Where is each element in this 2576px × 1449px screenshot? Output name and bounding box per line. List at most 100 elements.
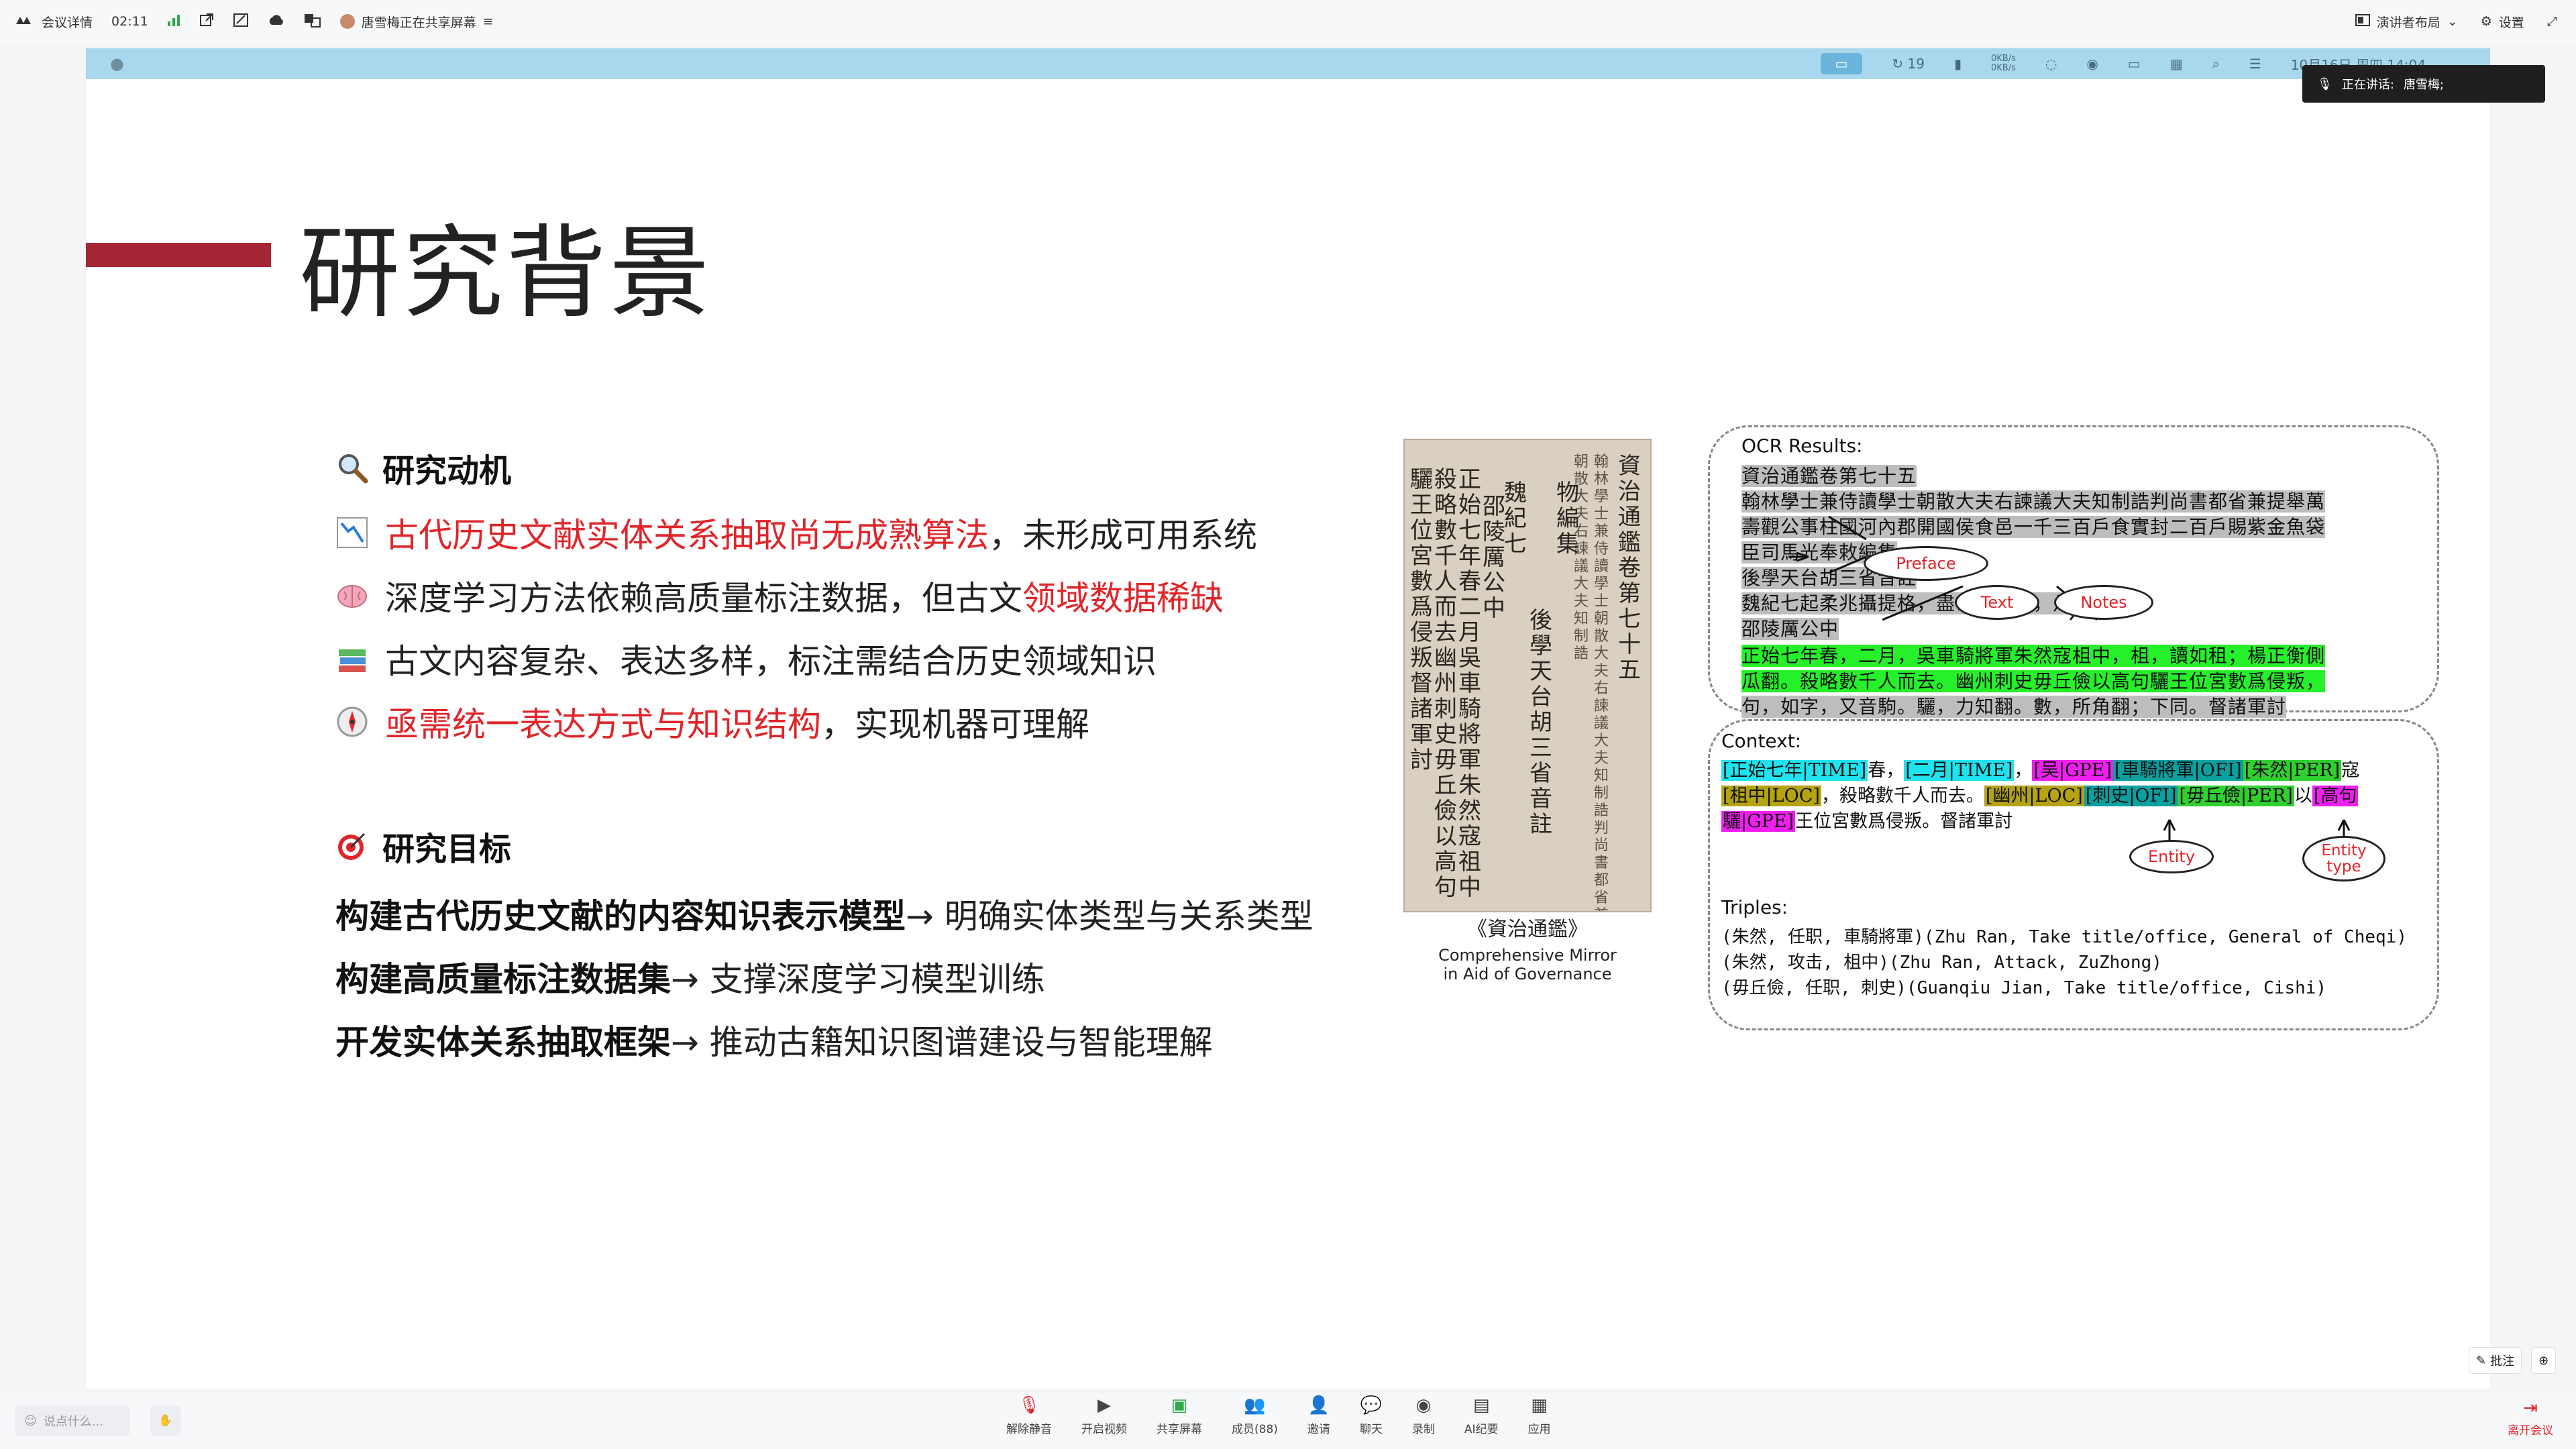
goal-item-1: 构建古代历史文献的内容知识表示模型→ 明确实体类型与关系类型 [335,890,1313,938]
start-video-button[interactable]: ▶ 开启视频 [1081,1395,1127,1436]
sharing-status[interactable]: 唐雪梅正在共享屏幕 ≡ [339,13,494,31]
pen-icon: ✎ [2476,1353,2487,1368]
motivation-bullet-4-rest: ，实现机器可理解 [821,705,1089,744]
goal-item-2-rest: → 支撑深度学习模型训练 [671,960,1045,999]
meeting-topbar: 会议详情 02:11 唐雪梅正在共享屏幕 ≡ 演讲者布局 ⌄ ⚙ 设置 ⤢ [0,0,2576,43]
notification-item: ↻ 19 [1892,56,1925,72]
zoom-button[interactable]: ⊕ [2531,1347,2557,1374]
triples-label: Triples: [1721,896,1788,918]
goals-heading-text: 研究目标 [382,830,512,868]
goal-item-3-rest: → 推动古籍知识图谱建设与智能理解 [671,1023,1213,1062]
ai-notes-button[interactable]: ▤ AI纪要 [1464,1395,1499,1436]
ai-notes-label: AI纪要 [1464,1423,1499,1436]
book-column: 殺略數千人而去幽州刺史毋丘儉以高句 [1434,466,1457,901]
meeting-timer: 02:11 [111,14,148,29]
leave-meeting-label: 离开会议 [2508,1424,2553,1438]
apps-button[interactable]: ▦ 应用 [1528,1395,1551,1436]
app-status-icon: ▮ [1954,56,1962,72]
goal-item-1-bold: 构建古代历史文献的内容知识表示模型 [335,897,906,936]
cloud-icon[interactable] [268,13,285,30]
members-label: 成员(88) [1232,1423,1278,1436]
layout-icon [2355,13,2370,30]
translate-icon[interactable] [304,13,321,31]
presenter-layout-label: 演讲者布局 [2376,15,2440,30]
meeting-details-label: 会议详情 [42,15,93,30]
start-video-label: 开启视频 [1081,1423,1127,1436]
invite-icon: 👤 [1307,1395,1330,1415]
sharing-status-label: 唐雪梅正在共享屏幕 [361,15,476,30]
hand-icon: ✋ [158,1414,173,1428]
meeting-logo-icon [15,14,35,29]
meeting-details-button[interactable]: 会议详情 [15,13,93,31]
slide-title: 研究背景 [299,215,713,332]
motivation-bullet-4: 亟需统一表达方式与知识结构，实现机器可理解 [334,698,1089,746]
unmute-button[interactable]: 🎙 解除静音 [1006,1395,1052,1436]
record-icon: ◉ [1415,1395,1432,1415]
settings-label: 设置 [2498,15,2524,30]
zoom-icon: ⊕ [2538,1353,2549,1368]
battery-icon: ▭ [2127,56,2141,72]
book-column: 後學天台胡三省音註 [1529,607,1552,838]
mic-icon: 🎙 [2317,76,2332,91]
book-column: 正始七年春二月吳車騎將軍朱然寇祖中 [1458,466,1481,901]
record-label: 录制 [1411,1423,1435,1436]
fullscreen-icon[interactable]: ⤢ [2547,14,2557,29]
motivation-heading: 研究动机 [334,444,511,491]
books-icon [334,641,370,677]
net-down: 0KB/s [1991,63,2016,73]
preface-ellipse: Preface [1864,546,1988,581]
magnifier-icon [334,449,370,486]
leave-meeting-button[interactable]: ⇥ 离开会议 [2508,1398,2553,1438]
smile-icon: ☺ [24,1413,37,1428]
motivation-bullet-3-text: 古文内容复杂、表达多样，标注需结合历史领域知识 [385,642,1157,681]
popout-icon[interactable] [199,13,214,31]
motivation-bullet-2: 深度学习方法依赖高质量标注数据，但古文领域数据稀缺 [334,572,1224,620]
ancient-book-image: 資治通鑑卷第七十五 翰林學士兼侍讀學士朝散大夫右諫議大夫知制誥判尚書都省兼提舉萬… [1403,439,1652,912]
entity-ellipse: Entity [2129,840,2214,873]
net-up: 0KB/s [1991,54,2016,64]
spotlight-icon: ⌕ [2212,56,2220,72]
settings-button[interactable]: ⚙ 设置 [2481,13,2524,31]
annotate-button[interactable]: ✎ 批注 [2469,1347,2522,1374]
mic-muted-icon: 🎙 [1018,1395,1040,1415]
chat-button[interactable]: 💬 聊天 [1360,1395,1383,1436]
notes-ellipse: Notes [2054,585,2153,620]
signal-icon[interactable] [167,14,180,30]
entity-type-ellipse: Entity type [2302,836,2385,881]
annotate-label: 批注 [2490,1354,2515,1368]
target-icon [334,828,370,864]
presenter-layout-button[interactable]: 演讲者布局 ⌄ [2355,13,2458,31]
title-accent-bar [86,243,271,267]
triple-line: (朱然, 任职, 車騎將軍)(Zhu Ran, Take title/offic… [1721,927,2407,947]
speaker-label: 正在讲话: [2341,78,2394,92]
book-caption-cn: 《資治通鑑》 [1467,918,1588,941]
share-screen-button[interactable]: ▣ 共享屏幕 [1157,1395,1202,1436]
ai-notes-icon: ▤ [1472,1395,1490,1415]
shared-menubar: ● ▭ ↻ 19 ▮ 0KB/s 0KB/s ◌ ◉ ▭ ▦ ⌕ ☰ 10月16… [86,48,2490,79]
video-off-icon: ▶ [1097,1395,1111,1415]
goal-item-2-bold: 构建高质量标注数据集 [335,960,671,999]
wechat-icon: ◉ [2086,56,2098,72]
invite-button[interactable]: 👤 邀请 [1307,1395,1330,1436]
chat-label: 聊天 [1359,1423,1383,1436]
members-button[interactable]: 👥 成员(88) [1232,1395,1278,1436]
notification-count: 19 [1907,56,1925,72]
chat-quick-input[interactable]: ☺ 说点什么... [15,1405,130,1436]
book-column: 物編集 [1556,480,1579,557]
share-screen-icon: ▣ [1171,1395,1188,1415]
motivation-bullet-3: 古文内容复杂、表达多样，标注需结合历史领域知识 [334,635,1157,683]
raise-hand-button[interactable]: ✋ [150,1405,181,1436]
apps-label: 应用 [1527,1423,1551,1436]
screen-annotate-icon[interactable] [233,13,249,31]
gear-icon: ⚙ [2480,14,2492,29]
triple-line: (朱然, 攻击, 柤中)(Zhu Ran, Attack, ZuZhong) [1721,953,2162,973]
record-button[interactable]: ◉ 录制 [1412,1395,1435,1436]
text-ellipse: Text [1955,585,2039,620]
unmute-label: 解除静音 [1006,1423,1052,1436]
goal-item-3: 开发实体关系抽取框架→ 推动古籍知识图谱建设与智能理解 [335,1016,1213,1064]
chat-icon: 💬 [1360,1395,1383,1415]
apple-icon: ● [110,54,124,73]
motivation-bullet-1-red: 古代历史文献实体关系抽取尚无成熟算法 [385,516,989,555]
compass-icon [334,704,370,740]
menu-icon: ≡ [482,14,494,29]
